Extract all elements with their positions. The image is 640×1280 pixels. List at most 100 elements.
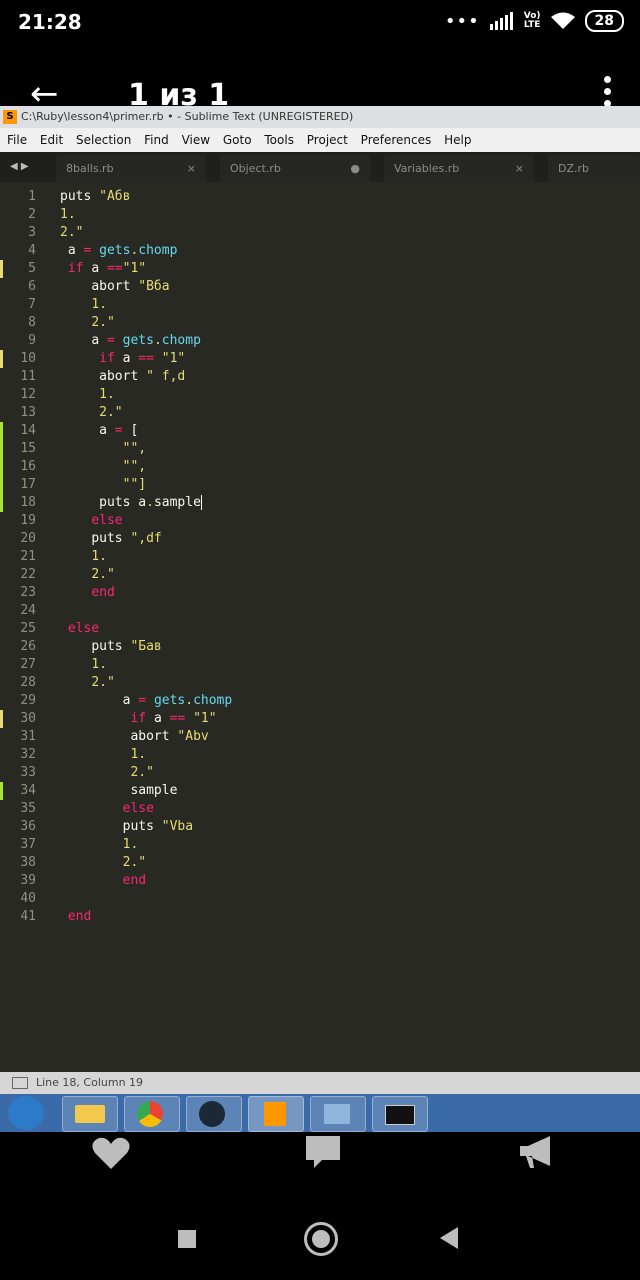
close-tab-icon[interactable]: × [187,155,196,182]
line-number: 16 [20,459,36,474]
code-line[interactable]: 28 2." [0,674,640,692]
code-line[interactable]: 1 puts "Абв [0,188,640,206]
code-line[interactable]: 36 puts "Vba [0,818,640,836]
code-line[interactable]: 23 end [0,584,640,602]
code-line[interactable]: 17 ""] [0,476,640,494]
command-prompt-icon[interactable] [372,1096,428,1132]
code-line[interactable]: 20 puts ",df [0,530,640,548]
megaphone-icon[interactable] [520,1136,554,1168]
signal-icon [489,12,513,30]
code-text: abort " f,d [99,369,186,384]
code-editor[interactable]: 1 puts "Абв 2 1. 3 2." 4 a = gets.chomp 5 if a … [0,182,640,1072]
back-triangle-icon[interactable] [440,1227,458,1249]
menu-goto[interactable]: Goto [223,133,252,147]
tab-object[interactable]: Object.rb ● [220,155,370,182]
menu-tools[interactable]: Tools [264,133,294,147]
code-line[interactable]: 14 a = [ [0,422,640,440]
code-line[interactable]: 4 a = gets.chomp [0,242,640,260]
code-line[interactable]: 30 if a == "1" [0,710,640,728]
code-text: puts "Vba [122,819,194,834]
code-line[interactable]: 6 abort "Вба [0,278,640,296]
code-line[interactable]: 3 2." [0,224,640,242]
code-line[interactable]: 25 else [0,620,640,638]
menu-edit[interactable]: Edit [40,133,63,147]
code-line[interactable]: 7 1. [0,296,640,314]
code-line[interactable]: 41 end [0,908,640,926]
menu-preferences[interactable]: Preferences [361,133,432,147]
home-icon[interactable] [304,1222,338,1256]
code-line[interactable]: 39 end [0,872,640,890]
code-text: ""] [122,477,147,492]
code-line[interactable]: 31 abort "Abv [0,728,640,746]
code-line[interactable]: 16 "", [0,458,640,476]
code-text: a = gets.chomp [91,333,201,348]
menu-project[interactable]: Project [307,133,348,147]
code-line[interactable]: 13 2." [0,404,640,422]
sublime-text-icon[interactable] [248,1096,304,1132]
line-number: 15 [20,441,36,456]
code-text: 2." [91,315,115,330]
code-line[interactable]: 19 else [0,512,640,530]
explorer-icon[interactable] [62,1096,118,1132]
console-icon[interactable] [12,1077,28,1089]
window-titlebar: S C:\Ruby\lesson4\primer.rb • - Sublime T… [0,106,640,128]
menu-selection[interactable]: Selection [76,133,131,147]
line-number: 13 [20,405,36,420]
code-line[interactable]: 29 a = gets.chomp [0,692,640,710]
tab-scroll-arrows-icon[interactable]: ◀ ▶ [10,152,29,182]
code-line[interactable]: 8 2." [0,314,640,332]
line-number: 21 [20,549,36,564]
line-number: 30 [20,711,36,726]
menu-help[interactable]: Help [444,133,471,147]
tab-variables[interactable]: Variables.rb × [384,155,534,182]
windows-start-icon[interactable] [8,1096,44,1130]
code-line[interactable]: 24 [0,602,640,620]
menu-view[interactable]: View [182,133,210,147]
code-line[interactable]: 26 puts "Бав [0,638,640,656]
code-line[interactable]: 22 2." [0,566,640,584]
comment-icon[interactable] [306,1136,340,1170]
heart-icon[interactable] [92,1136,130,1170]
tab-8balls[interactable]: 8balls.rb × [56,155,206,182]
menu-find[interactable]: Find [144,133,169,147]
code-line[interactable]: 15 "", [0,440,640,458]
cursor-position: Line 18, Column 19 [36,1076,144,1089]
network-app-icon[interactable] [310,1096,366,1132]
code-line[interactable]: 34 sample [0,782,640,800]
code-text: else [91,513,123,528]
menu-file[interactable]: File [7,133,27,147]
menu-bar: File Edit Selection Find View Goto Tools… [0,128,640,152]
code-line[interactable]: 10 if a == "1" [0,350,640,368]
unsaved-dot-icon[interactable]: ● [350,155,360,182]
windows-taskbar [0,1094,640,1132]
steam-icon[interactable] [186,1096,242,1132]
line-number: 8 [28,315,36,330]
code-line[interactable]: 2 1. [0,206,640,224]
code-line[interactable]: 21 1. [0,548,640,566]
code-line[interactable]: 40 [0,890,640,908]
code-line[interactable]: 37 1. [0,836,640,854]
tab-dz[interactable]: DZ.rb [548,155,640,182]
line-number: 18 [20,495,36,510]
line-number: 27 [20,657,36,672]
code-line[interactable]: 11 abort " f,d [0,368,640,386]
code-line[interactable]: 18 puts a.sample [0,494,640,512]
line-number: 31 [20,729,36,744]
close-tab-icon[interactable]: × [515,155,524,182]
code-line[interactable]: 5 if a =="1" [0,260,640,278]
code-text: 2." [91,675,115,690]
code-text: end [91,585,115,600]
code-text: puts ",df [91,531,162,546]
line-number: 26 [20,639,36,654]
code-line[interactable]: 12 1. [0,386,640,404]
code-line[interactable]: 33 2." [0,764,640,782]
code-line[interactable]: 27 1. [0,656,640,674]
code-line[interactable]: 32 1. [0,746,640,764]
line-number: 3 [28,225,36,240]
code-line[interactable]: 35 else [0,800,640,818]
line-number: 23 [20,585,36,600]
chrome-icon[interactable] [124,1096,180,1132]
recent-apps-icon[interactable] [178,1230,196,1248]
code-line[interactable]: 9 a = gets.chomp [0,332,640,350]
code-line[interactable]: 38 2." [0,854,640,872]
